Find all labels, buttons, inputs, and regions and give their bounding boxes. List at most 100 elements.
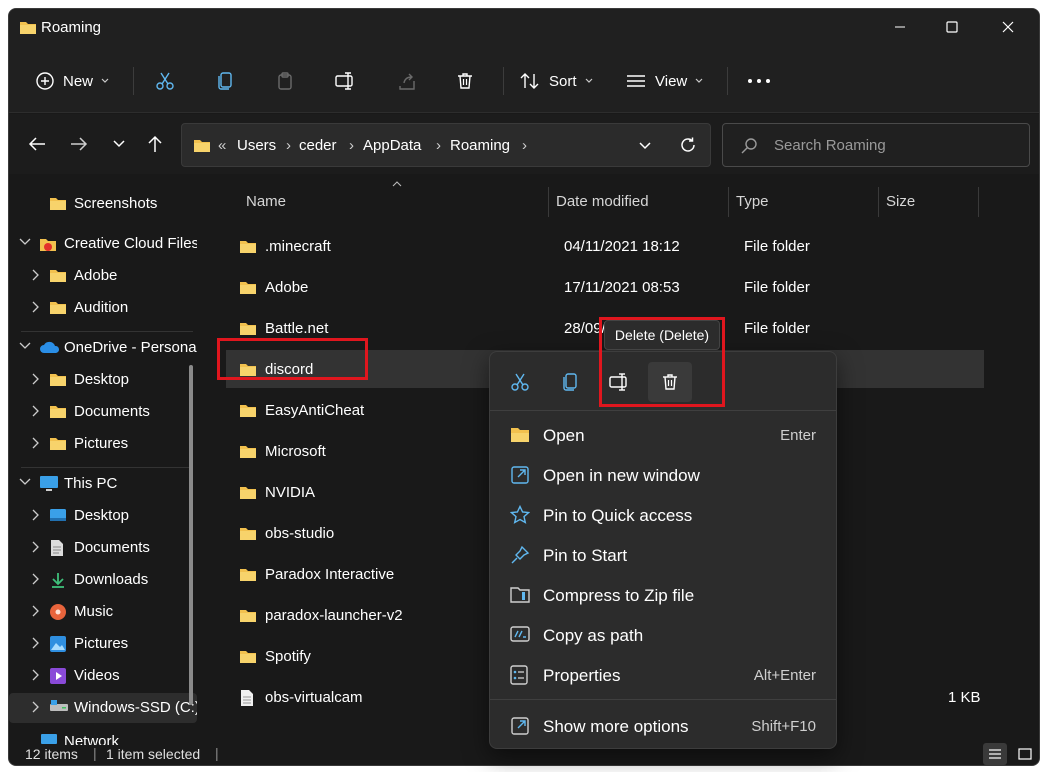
- chevron-right-icon[interactable]: [31, 509, 41, 521]
- menu-cut-button[interactable]: [498, 362, 542, 402]
- rename-button[interactable]: [335, 63, 357, 99]
- new-button[interactable]: New: [35, 63, 109, 99]
- menu-item-open-new-window[interactable]: Open in new window: [490, 455, 836, 495]
- up-button[interactable]: [141, 131, 169, 157]
- menu-item-copy-as-path[interactable]: Copy as path: [490, 615, 836, 655]
- chevron-right-icon[interactable]: [31, 269, 41, 281]
- chevron-down-icon: [585, 77, 593, 85]
- close-icon: [1002, 21, 1014, 33]
- maximize-button[interactable]: [929, 9, 975, 45]
- breadcrumb-roaming[interactable]: Roaming: [450, 137, 510, 154]
- copy-button[interactable]: [215, 63, 235, 99]
- sidebar-item-onedrive[interactable]: OneDrive - Personal: [9, 333, 197, 363]
- selection-count: 1 item selected: [106, 746, 201, 762]
- chevron-down-icon: [112, 139, 126, 149]
- folder-icon: [239, 607, 257, 623]
- paste-button[interactable]: [275, 63, 295, 99]
- chevron-right-icon[interactable]: [31, 573, 41, 585]
- breadcrumb-ceder[interactable]: ceder: [299, 137, 337, 154]
- close-button[interactable]: [985, 9, 1031, 45]
- column-header-size[interactable]: Size: [886, 193, 915, 210]
- details-view-button[interactable]: [983, 743, 1007, 765]
- sidebar-item-onedrive-desktop[interactable]: Desktop: [9, 365, 197, 395]
- cloud-icon: [39, 339, 61, 355]
- file-icon: [239, 689, 255, 707]
- chevron-down-icon[interactable]: [19, 237, 31, 247]
- cut-button[interactable]: [155, 63, 175, 99]
- status-divider: |: [93, 745, 97, 761]
- sidebar-item-downloads[interactable]: Downloads: [9, 565, 197, 595]
- sort-button[interactable]: Sort: [519, 63, 593, 99]
- sidebar-item-creative-cloud[interactable]: Creative Cloud Files: [9, 229, 197, 259]
- folder-icon: [239, 320, 257, 336]
- address-bar[interactable]: « Users › ceder › AppData › Roaming ›: [181, 123, 711, 167]
- chevron-right-icon[interactable]: [31, 373, 41, 385]
- chevron-right-icon[interactable]: [31, 701, 41, 713]
- breadcrumb-appdata[interactable]: AppData: [363, 137, 421, 154]
- sidebar-item-onedrive-pictures[interactable]: Pictures: [9, 429, 197, 459]
- menu-copy-button[interactable]: [548, 362, 592, 402]
- chevron-down-icon[interactable]: [19, 341, 31, 351]
- column-divider[interactable]: [728, 187, 729, 217]
- file-date: 04/11/2021 18:12: [564, 238, 680, 255]
- menu-item-properties[interactable]: Properties Alt+Enter: [490, 655, 836, 695]
- sidebar-item-pc-documents[interactable]: Documents: [9, 533, 197, 563]
- share-button[interactable]: [397, 63, 417, 99]
- search-input[interactable]: Search Roaming: [722, 123, 1030, 167]
- chevron-right-icon[interactable]: [31, 541, 41, 553]
- view-button[interactable]: View: [625, 63, 703, 99]
- column-header-date-modified[interactable]: Date modified: [556, 193, 649, 210]
- chevron-right-icon[interactable]: [31, 301, 41, 313]
- sidebar-item-pc-desktop[interactable]: Desktop: [9, 501, 197, 531]
- tiles-view-button[interactable]: [1013, 743, 1037, 765]
- file-row-adobe[interactable]: Adobe 17/11/2021 08:53 File folder: [226, 268, 984, 306]
- sidebar-item-videos[interactable]: Videos: [9, 661, 197, 691]
- forward-button[interactable]: [65, 131, 93, 157]
- back-button[interactable]: [23, 131, 51, 157]
- chevron-right-icon: ›: [436, 137, 441, 154]
- column-header-type[interactable]: Type: [736, 193, 769, 210]
- sidebar-item-label: Videos: [74, 667, 120, 684]
- window-title: Roaming: [41, 19, 102, 36]
- minimize-button[interactable]: [877, 9, 923, 45]
- sidebar-item-audition[interactable]: Audition: [9, 293, 197, 323]
- copy-icon: [560, 372, 580, 392]
- sidebar-item-adobe[interactable]: Adobe: [9, 261, 197, 291]
- more-options-button[interactable]: [747, 63, 771, 99]
- sidebar-item-label: Documents: [74, 539, 150, 556]
- menu-item-show-more-options[interactable]: Show more options Shift+F10: [490, 706, 836, 746]
- breadcrumb-overflow[interactable]: «: [218, 137, 226, 154]
- column-divider[interactable]: [978, 187, 979, 217]
- chevron-right-icon[interactable]: [31, 669, 41, 681]
- sidebar-scrollbar[interactable]: [189, 365, 193, 705]
- chevron-right-icon[interactable]: [31, 605, 41, 617]
- address-dropdown-chevron-icon[interactable]: [638, 141, 652, 151]
- chevron-down-icon[interactable]: [19, 477, 31, 487]
- folder-icon: [49, 299, 67, 315]
- highlight-discord-row: [217, 338, 368, 380]
- chevron-right-icon[interactable]: [31, 405, 41, 417]
- refresh-icon[interactable]: [679, 136, 697, 154]
- chevron-right-icon[interactable]: [31, 637, 41, 649]
- delete-button[interactable]: [455, 63, 475, 99]
- column-divider[interactable]: [878, 187, 879, 217]
- sidebar-item-pc-pictures[interactable]: Pictures: [9, 629, 197, 659]
- sidebar-item-music[interactable]: Music: [9, 597, 197, 627]
- menu-item-pin-quick-access[interactable]: Pin to Quick access: [490, 495, 836, 535]
- breadcrumb-users[interactable]: Users: [237, 137, 276, 154]
- menu-item-pin-start[interactable]: Pin to Start: [490, 535, 836, 575]
- menu-item-open[interactable]: Open Enter: [490, 415, 836, 455]
- chevron-right-icon[interactable]: [31, 437, 41, 449]
- file-name: paradox-launcher-v2: [265, 607, 403, 624]
- column-header-name[interactable]: Name: [246, 193, 286, 210]
- folder-icon: [19, 19, 37, 35]
- recent-locations-button[interactable]: [105, 131, 133, 157]
- menu-item-compress-zip[interactable]: Compress to Zip file: [490, 575, 836, 615]
- sidebar-item-this-pc[interactable]: This PC: [9, 469, 197, 499]
- column-divider[interactable]: [548, 187, 549, 217]
- sort-label: Sort: [549, 72, 577, 90]
- sidebar-item-screenshots[interactable]: Screenshots: [9, 189, 197, 219]
- sidebar-item-onedrive-documents[interactable]: Documents: [9, 397, 197, 427]
- sidebar-item-windows-ssd[interactable]: Windows-SSD (C:): [9, 693, 197, 723]
- file-row-minecraft[interactable]: .minecraft 04/11/2021 18:12 File folder: [226, 227, 984, 265]
